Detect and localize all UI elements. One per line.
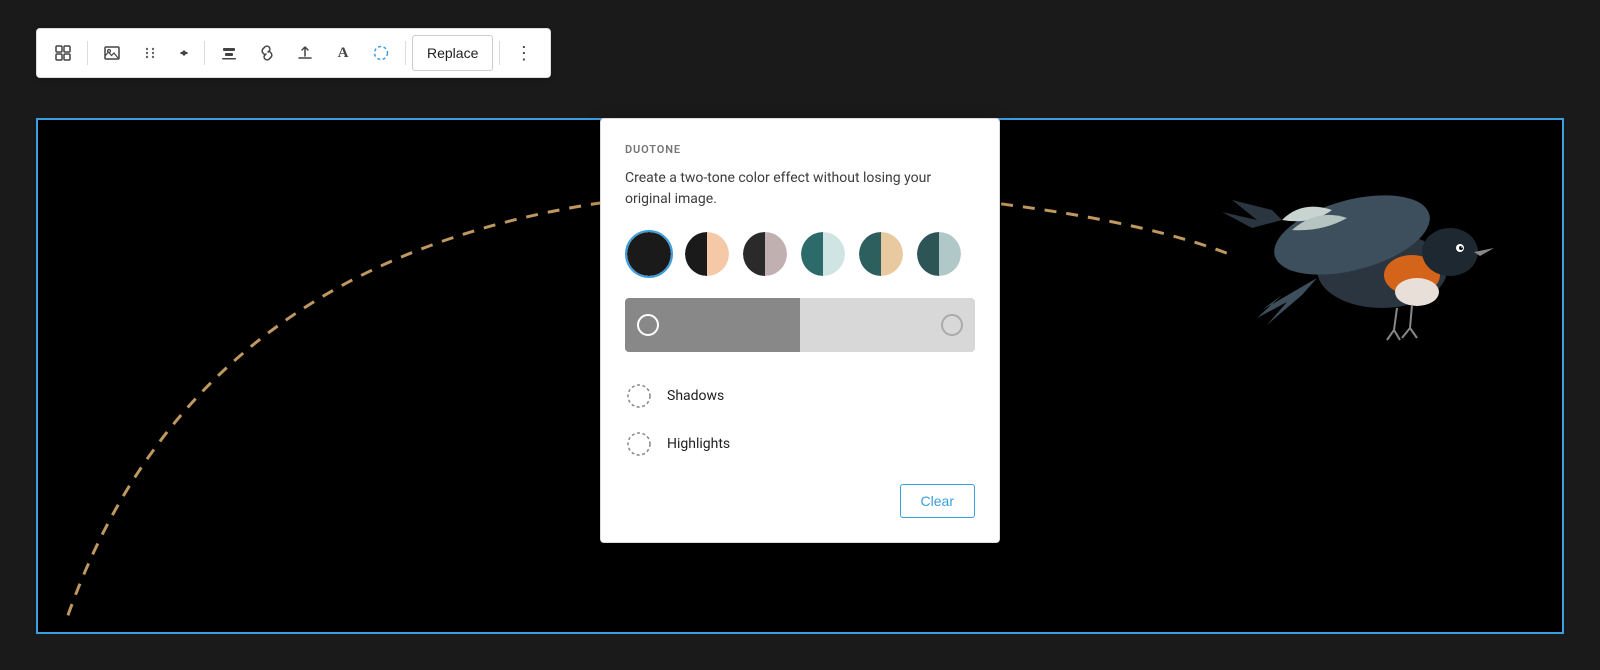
swatch-teal-light[interactable]	[799, 230, 847, 278]
highlights-label: Highlights	[667, 436, 730, 452]
transform-button[interactable]	[45, 35, 81, 71]
duotone-description: Create a two-tone color effect without l…	[625, 168, 975, 210]
shadows-icon	[625, 382, 653, 410]
slider-light-section	[800, 298, 975, 352]
spinner-button[interactable]	[363, 35, 399, 71]
text-button[interactable]: A	[325, 35, 361, 71]
duotone-popup: DUOTONE Create a two-tone color effect w…	[600, 118, 1000, 543]
swatch-teal-peach[interactable]	[857, 230, 905, 278]
replace-button[interactable]: Replace	[412, 35, 493, 71]
image-toolbar: A Replace ⋮	[36, 28, 551, 78]
swatches-row	[625, 230, 975, 278]
image-button[interactable]	[94, 35, 130, 71]
slider-dark-section	[625, 298, 800, 352]
highlights-option[interactable]: Highlights	[625, 420, 975, 468]
duotone-title: DUOTONE	[625, 143, 975, 156]
slider-light-handle[interactable]	[941, 314, 963, 336]
more-button[interactable]: ⋮	[506, 35, 542, 71]
upload-button[interactable]	[287, 35, 323, 71]
highlights-icon	[625, 430, 653, 458]
slider-dark-handle[interactable]	[637, 314, 659, 336]
divider-3	[405, 41, 406, 65]
shadows-label: Shadows	[667, 388, 724, 404]
link-button[interactable]	[249, 35, 285, 71]
swatch-teal-gray[interactable]	[915, 230, 963, 278]
bird-illustration	[1202, 140, 1502, 360]
swatch-black-peach[interactable]	[683, 230, 731, 278]
duotone-slider[interactable]	[625, 298, 975, 352]
divider-1	[87, 41, 88, 65]
shadows-option[interactable]: Shadows	[625, 372, 975, 420]
divider-2	[204, 41, 205, 65]
drag-button[interactable]	[132, 35, 168, 71]
clear-button[interactable]: Clear	[900, 484, 975, 518]
move-button[interactable]	[170, 35, 198, 71]
swatch-dark-light[interactable]	[741, 230, 789, 278]
align-button[interactable]	[211, 35, 247, 71]
divider-4	[499, 41, 500, 65]
clear-btn-row: Clear	[625, 484, 975, 518]
swatch-bw[interactable]	[625, 230, 673, 278]
